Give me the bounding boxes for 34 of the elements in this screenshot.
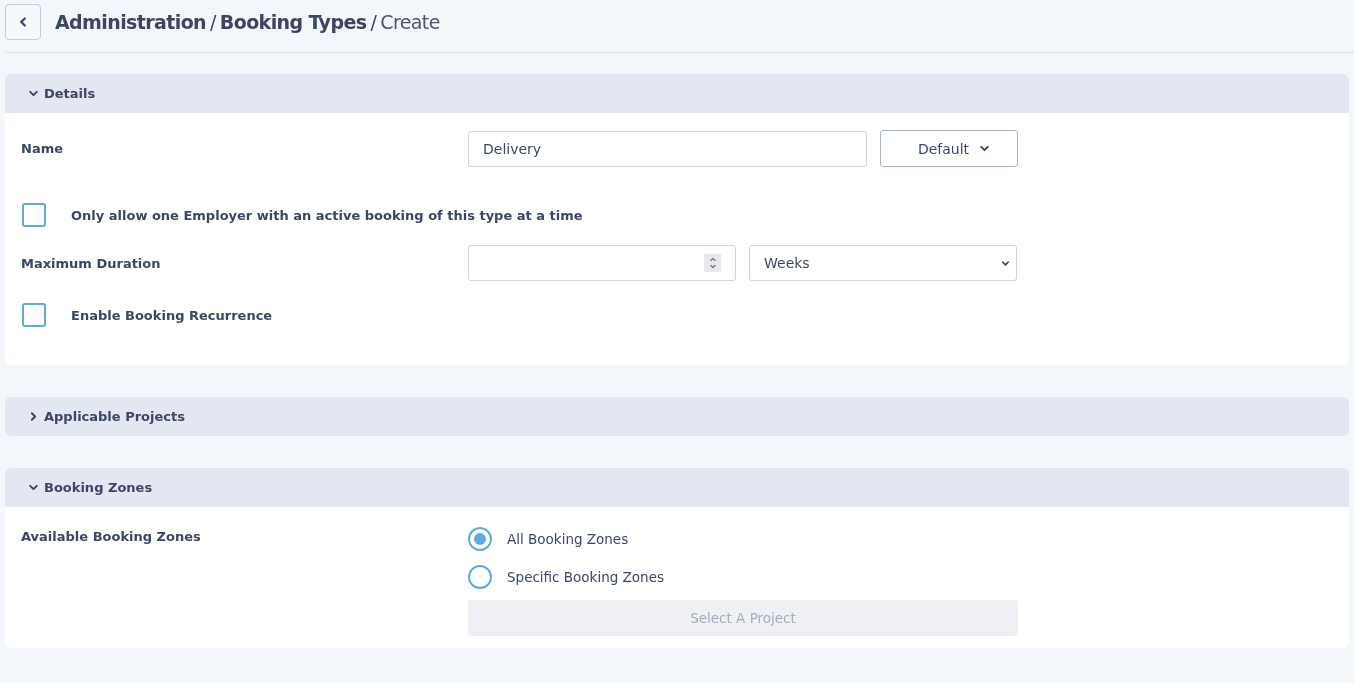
chevron-down-icon [708, 263, 717, 270]
unit-select[interactable]: Weeks [749, 245, 1017, 281]
chevron-left-icon [17, 16, 29, 28]
field-label: Available Booking Zones [21, 528, 202, 544]
chevron-down-icon [1001, 258, 1010, 268]
dropdown-button[interactable]: Default [880, 130, 1018, 167]
number-input[interactable] [468, 245, 736, 281]
radio-button[interactable] [468, 527, 492, 551]
chevron-down-icon [28, 88, 39, 99]
breadcrumb-link[interactable]: Administration [55, 11, 206, 33]
radio-label[interactable]: Specific Booking Zones [507, 569, 664, 585]
section-header[interactable]: Details [5, 74, 1349, 113]
section-header[interactable]: Applicable Projects [5, 397, 1349, 436]
radio-label[interactable]: All Booking Zones [507, 531, 629, 547]
checkbox[interactable] [22, 303, 46, 327]
checkbox-label: Only allow one Employer with an active booking of this type at a time [71, 207, 584, 223]
radio-button[interactable] [468, 565, 492, 589]
chevron-up-icon [708, 256, 717, 263]
spinner-icon[interactable] [704, 254, 721, 272]
breadcrumb-current: Create [380, 11, 440, 33]
select-value: Weeks [764, 255, 810, 271]
breadcrumb-link[interactable]: Booking Types [219, 11, 367, 33]
breadcrumb-separator: / [370, 11, 377, 33]
chevron-down-icon [979, 143, 991, 154]
section-header[interactable]: Booking Zones [5, 468, 1349, 507]
chevron-down-icon [28, 482, 39, 493]
checkbox[interactable] [22, 203, 46, 227]
breadcrumb-separator: / [210, 11, 216, 33]
name-input[interactable]: Delivery [468, 130, 867, 167]
field-label: Maximum Duration [21, 255, 162, 271]
chevron-right-icon [28, 411, 39, 422]
back-button[interactable] [5, 4, 41, 40]
field-label: Name [21, 141, 64, 156]
checkbox-label: Enable Booking Recurrence [71, 307, 274, 323]
